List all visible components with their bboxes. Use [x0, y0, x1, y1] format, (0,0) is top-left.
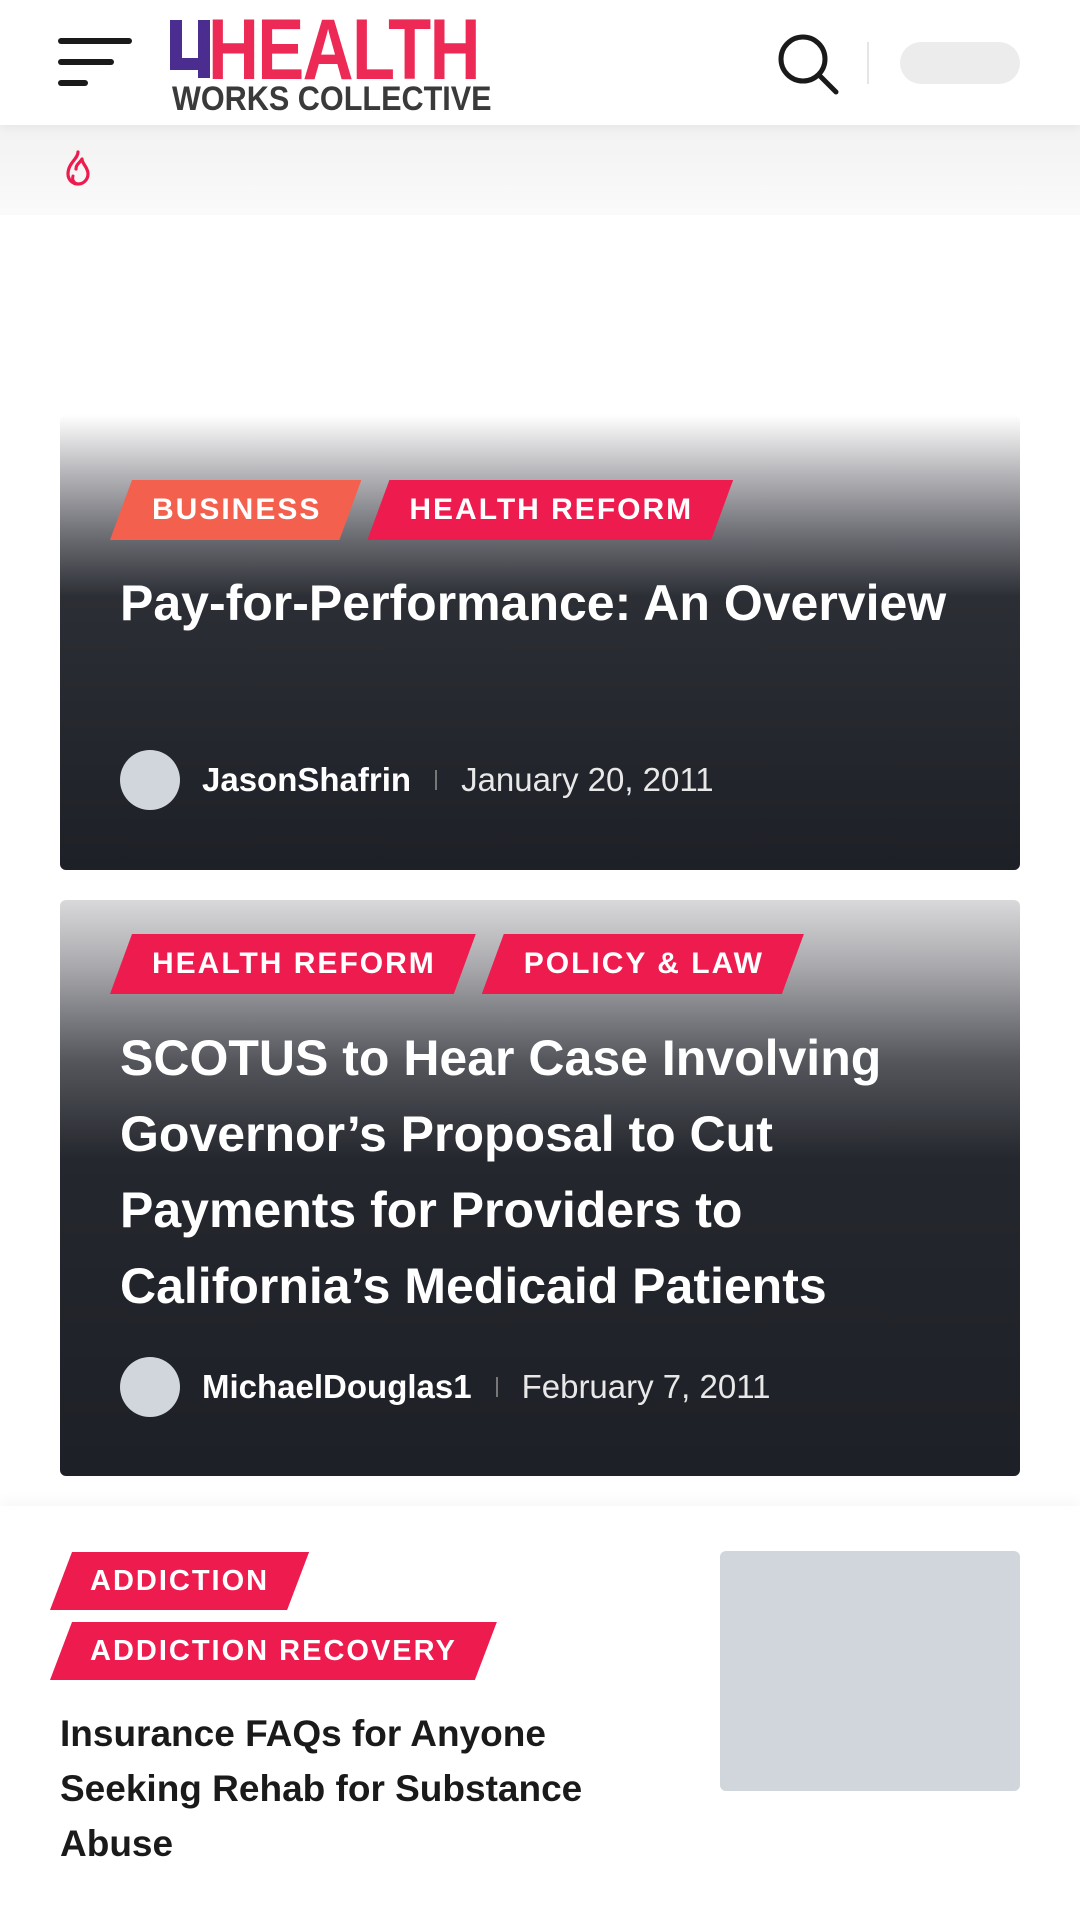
- tag-business[interactable]: BUSINESS: [110, 480, 361, 540]
- list-item-thumbnail[interactable]: [720, 1551, 1020, 1791]
- header-action-placeholder[interactable]: [900, 42, 1020, 84]
- site-logo[interactable]: HEALTH WORKS COLLECTIVE: [168, 2, 492, 118]
- site-header: HEALTH WORKS COLLECTIVE: [0, 0, 1080, 125]
- card-meta: JasonShafrin January 20, 2011: [120, 750, 714, 810]
- logo-tagline: WORKS COLLECTIVE: [172, 80, 492, 118]
- search-icon[interactable]: [776, 32, 840, 96]
- tag-health-reform[interactable]: HEALTH REFORM: [110, 934, 476, 994]
- meta-separator: [435, 770, 438, 790]
- author-name[interactable]: JasonShafrin: [202, 761, 411, 799]
- post-date: January 20, 2011: [461, 761, 714, 798]
- post-date: February 7, 2011: [521, 1368, 771, 1405]
- tag-addiction-recovery[interactable]: ADDICTION RECOVERY: [50, 1622, 497, 1680]
- trending-bar: [0, 125, 1080, 215]
- tag-health-reform[interactable]: HEALTH REFORM: [367, 480, 733, 540]
- flame-icon: [66, 150, 90, 186]
- card-tags: HEALTH REFORM POLICY & LAW: [110, 934, 804, 994]
- list-item-tags: ADDICTION ADDICTION RECOVERY: [50, 1552, 497, 1692]
- author-avatar[interactable]: [120, 750, 180, 810]
- author-avatar[interactable]: [120, 1357, 180, 1417]
- card-title[interactable]: SCOTUS to Hear Case Involving Governor’s…: [120, 1020, 960, 1324]
- meta-separator: [495, 1377, 498, 1397]
- author-name[interactable]: MichaelDouglas1: [202, 1368, 472, 1406]
- list-item: ADDICTION ADDICTION RECOVERY Insurance F…: [0, 1506, 1080, 1920]
- card-meta: MichaelDouglas1 February 7, 2011: [120, 1357, 770, 1417]
- logo-wordmark: HEALTH: [208, 2, 481, 98]
- featured-card[interactable]: HEALTH REFORM POLICY & LAW SCOTUS to Hea…: [60, 900, 1020, 1476]
- featured-card[interactable]: BUSINESS HEALTH REFORM Pay-for-Performan…: [60, 415, 1020, 870]
- tag-addiction[interactable]: ADDICTION: [50, 1552, 309, 1610]
- hamburger-menu-icon[interactable]: [58, 36, 132, 88]
- card-title[interactable]: Pay-for-Performance: An Overview: [120, 565, 960, 641]
- card-tags: BUSINESS HEALTH REFORM: [110, 480, 733, 540]
- header-divider: [867, 42, 869, 84]
- tag-policy-law[interactable]: POLICY & LAW: [482, 934, 804, 994]
- logo-mark-icon: [170, 20, 210, 78]
- list-item-title[interactable]: Insurance FAQs for Anyone Seeking Rehab …: [60, 1706, 650, 1871]
